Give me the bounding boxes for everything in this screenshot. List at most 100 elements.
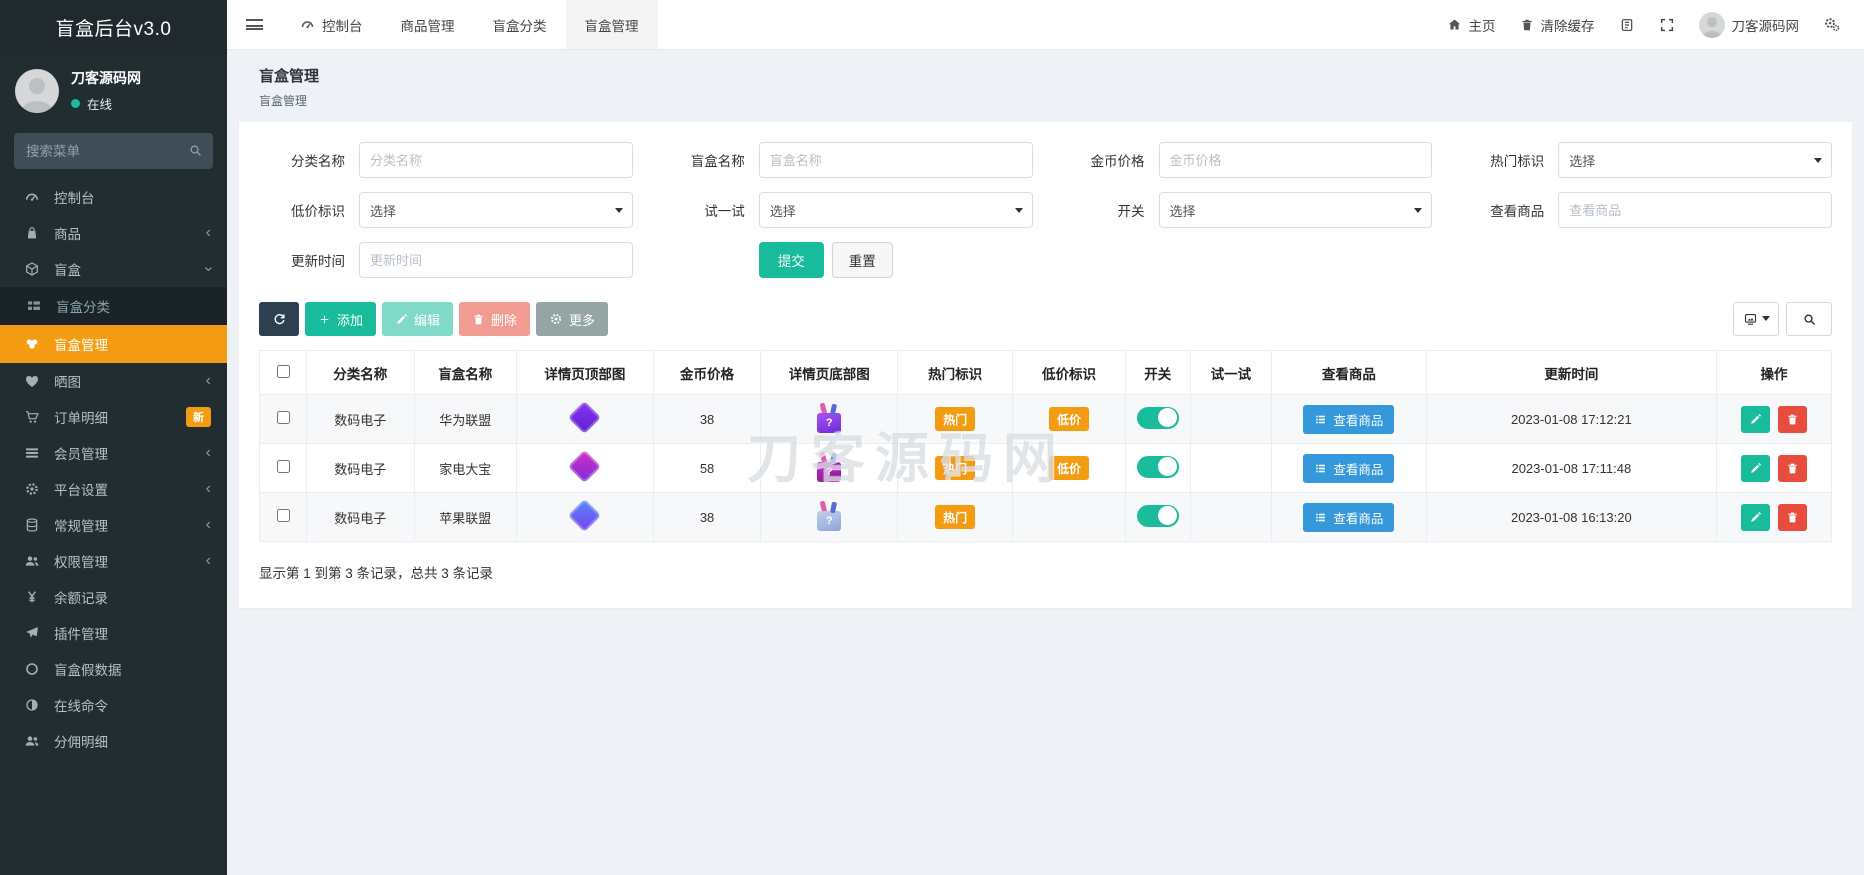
view-goods-input[interactable] [1558, 192, 1832, 228]
top-image[interactable] [568, 499, 602, 532]
row-edit-button[interactable] [1741, 503, 1771, 531]
export-button[interactable] [1733, 302, 1779, 336]
filter-label-view-goods: 查看商品 [1490, 204, 1545, 219]
switch-toggle[interactable] [1136, 406, 1179, 429]
box-name-input[interactable] [758, 142, 1033, 178]
sidebar-item-plugins[interactable]: 插件管理 [0, 615, 227, 651]
fullscreen-icon[interactable] [1659, 17, 1675, 33]
tab-label: 控制台 [322, 18, 363, 34]
bottom-image[interactable] [816, 452, 842, 482]
top-image[interactable] [568, 450, 602, 483]
rows-icon [22, 445, 42, 461]
top-image[interactable] [568, 401, 602, 434]
sidebar-item-blindbox-category[interactable]: 盲盒分类 [0, 287, 227, 325]
submit-button[interactable]: 提交 [758, 242, 824, 278]
table-row: 数码电子 苹果联盟 38 热门 查看商品 2023-01-08 16:13:20 [259, 492, 1832, 542]
sidebar-item-label: 商品 [54, 227, 81, 242]
hot-flag-select[interactable]: 选择 [1558, 142, 1832, 178]
view-goods-button[interactable]: 查看商品 [1303, 502, 1395, 532]
home-label: 主页 [1468, 18, 1496, 34]
row-checkbox[interactable] [276, 411, 290, 424]
category-name-input[interactable] [359, 142, 633, 178]
view-goods-button[interactable]: 查看商品 [1303, 404, 1395, 434]
edit-button[interactable]: 编辑 [382, 302, 454, 336]
col-switch: 开关 [1124, 350, 1191, 395]
try-select[interactable]: 选择 [758, 192, 1033, 228]
sidebar-item-platform-settings[interactable]: 平台设置 ‹ [0, 471, 227, 507]
search-icon[interactable] [188, 143, 203, 158]
caret-down-icon [1014, 208, 1023, 217]
hamburger-icon[interactable] [227, 0, 281, 49]
chevron-down-icon: ‹ [199, 266, 217, 272]
cell-box-name: 华为联盟 [413, 394, 517, 444]
sidebar-item-members[interactable]: 会员管理 ‹ [0, 435, 227, 471]
search-toggle-button[interactable] [1786, 302, 1832, 336]
sidebar-item-label: 在线命令 [54, 699, 108, 714]
cube-icon [22, 261, 42, 277]
sidebar-item-orders[interactable]: 订单明细 新 [0, 399, 227, 435]
col-low: 低价标识 [1012, 350, 1126, 395]
sidebar-item-label: 余额记录 [54, 591, 108, 606]
sidebar-item-blindbox-manage[interactable]: 盲盒管理 [0, 325, 227, 363]
delete-label: 删除 [491, 312, 518, 328]
sidebar-item-goods[interactable]: 商品 ‹ [0, 215, 227, 251]
coin-price-input[interactable] [1158, 142, 1433, 178]
docs-icon[interactable] [1619, 17, 1635, 33]
home-link[interactable]: 主页 [1447, 15, 1496, 35]
user-menu[interactable]: 刀客源码网 [1698, 11, 1799, 38]
select-value: 选择 [1569, 153, 1596, 169]
reset-button[interactable]: 重置 [831, 242, 893, 278]
filter-label-switch: 开关 [1117, 204, 1145, 219]
tab-blindbox-category[interactable]: 盲盒分类 [474, 0, 566, 49]
refresh-button[interactable] [259, 302, 299, 336]
sidebar-item-dashboard[interactable]: 控制台 [0, 179, 227, 215]
sidebar-item-blindbox[interactable]: 盲盒 ‹ [0, 251, 227, 287]
sidebar-item-photos[interactable]: 晒图 ‹ [0, 363, 227, 399]
view-goods-button[interactable]: 查看商品 [1303, 453, 1395, 483]
settings-gears-icon[interactable] [1823, 16, 1840, 33]
bottom-image[interactable] [816, 403, 842, 433]
row-edit-button[interactable] [1741, 405, 1771, 433]
clear-cache-link[interactable]: 清除缓存 [1520, 15, 1595, 35]
users-icon [22, 553, 42, 569]
tab-dashboard[interactable]: 控制台 [281, 0, 382, 49]
row-delete-button[interactable] [1777, 503, 1807, 531]
update-time-input[interactable] [359, 242, 633, 278]
sidebar-item-online-command[interactable]: 在线命令 [0, 687, 227, 723]
switch-toggle[interactable] [1136, 455, 1179, 478]
sidebar-item-general-manage[interactable]: 常规管理 ‹ [0, 507, 227, 543]
sidebar-item-label: 盲盒 [54, 263, 81, 278]
switch-toggle[interactable] [1136, 504, 1179, 527]
sidebar-item-label: 插件管理 [54, 627, 108, 642]
row-delete-button[interactable] [1777, 454, 1807, 482]
avatar [1698, 11, 1725, 38]
row-checkbox[interactable] [276, 509, 290, 522]
sidebar-search-input[interactable] [14, 133, 213, 169]
sidebar-item-label: 分佣明细 [54, 735, 108, 750]
toggle-knob-icon [1157, 457, 1177, 476]
sidebar-item-label: 晒图 [54, 375, 81, 390]
tab-blindbox-manage[interactable]: 盲盒管理 [565, 0, 658, 49]
row-delete-button[interactable] [1777, 405, 1807, 433]
tab-goods-manage[interactable]: 商品管理 [382, 0, 474, 49]
sidebar-item-permissions[interactable]: 权限管理 ‹ [0, 543, 227, 579]
bottom-image[interactable] [816, 501, 842, 531]
view-goods-label: 查看商品 [1333, 462, 1384, 477]
sidebar-item-balance[interactable]: 余额记录 [0, 579, 227, 615]
low-price-select[interactable]: 选择 [359, 192, 633, 228]
tab-bar: 控制台 商品管理 盲盒分类 盲盒管理 [281, 0, 658, 49]
add-button[interactable]: 添加 [305, 302, 377, 336]
row-checkbox[interactable] [276, 460, 290, 473]
switch-select[interactable]: 选择 [1158, 192, 1433, 228]
filter-label-low: 低价标识 [291, 204, 345, 219]
sidebar-item-commission[interactable]: 分佣明细 [0, 723, 227, 759]
select-all-checkbox[interactable] [276, 364, 290, 378]
refresh-icon [272, 312, 287, 327]
edit-label: 编辑 [414, 312, 441, 328]
user-status: 在线 [87, 98, 113, 112]
sidebar-item-fake-data[interactable]: 盲盒假数据 [0, 651, 227, 687]
breadcrumb: 盲盒管理 [259, 94, 308, 108]
more-button[interactable]: 更多 [536, 302, 609, 336]
delete-button[interactable]: 删除 [459, 302, 531, 336]
row-edit-button[interactable] [1741, 454, 1771, 482]
